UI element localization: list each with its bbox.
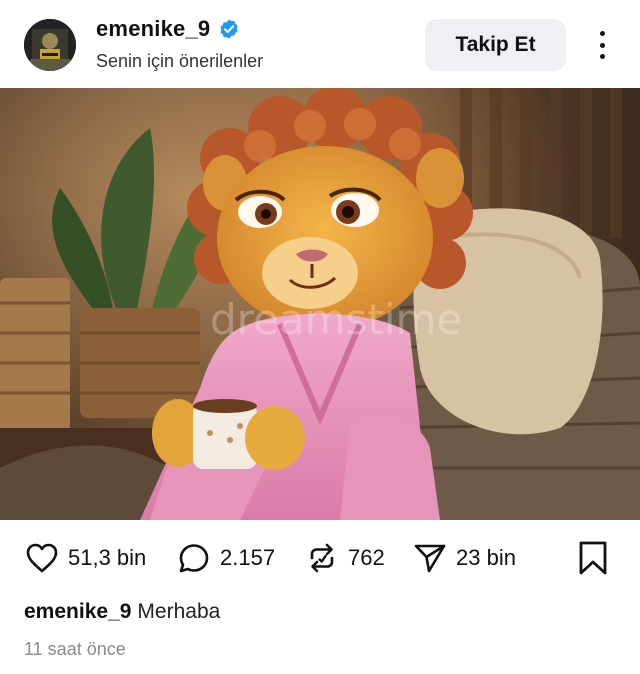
share-count: 23 bin	[456, 545, 516, 570]
suggestion-subtitle: Senin için önerilenler	[96, 51, 264, 71]
post-image[interactable]: dreamstime	[0, 88, 640, 520]
share-button[interactable]: 23 bin	[412, 540, 516, 576]
repost-count: 762	[348, 545, 385, 570]
heart-icon	[26, 543, 58, 573]
comment-button[interactable]: 2.157	[176, 540, 275, 576]
save-button[interactable]	[576, 540, 610, 576]
post-caption: emenike_9 Merhaba	[24, 600, 220, 624]
lion-illustration: dreamstime	[0, 88, 640, 520]
dot	[599, 31, 605, 36]
username[interactable]: emenike_9	[96, 16, 210, 42]
comment-icon	[179, 544, 209, 573]
follow-button[interactable]: Takip Et	[425, 19, 566, 71]
repost-button[interactable]: 762	[304, 540, 385, 576]
caption-text: Merhaba	[137, 600, 221, 623]
send-icon	[414, 544, 446, 573]
caption-username[interactable]: emenike_9	[24, 600, 131, 623]
repost-icon	[310, 543, 334, 573]
avatar[interactable]	[24, 19, 76, 71]
dot	[599, 42, 605, 48]
watermark: dreamstime	[210, 295, 462, 344]
post-header: emenike_9 Senin için önerilenler Takip E…	[0, 0, 640, 88]
post-timestamp: 11 saat önce	[24, 639, 126, 659]
like-button[interactable]: 51,3 bin	[24, 540, 146, 576]
action-bar: 51,3 bin 2.157 762 23 bin	[0, 532, 640, 588]
dot	[599, 54, 605, 59]
username-row: emenike_9	[96, 16, 240, 42]
bookmark-icon	[579, 541, 607, 575]
comment-count: 2.157	[220, 545, 276, 570]
verified-badge-icon	[218, 18, 240, 40]
like-count: 51,3 bin	[68, 545, 147, 570]
more-options-icon[interactable]	[588, 28, 616, 62]
